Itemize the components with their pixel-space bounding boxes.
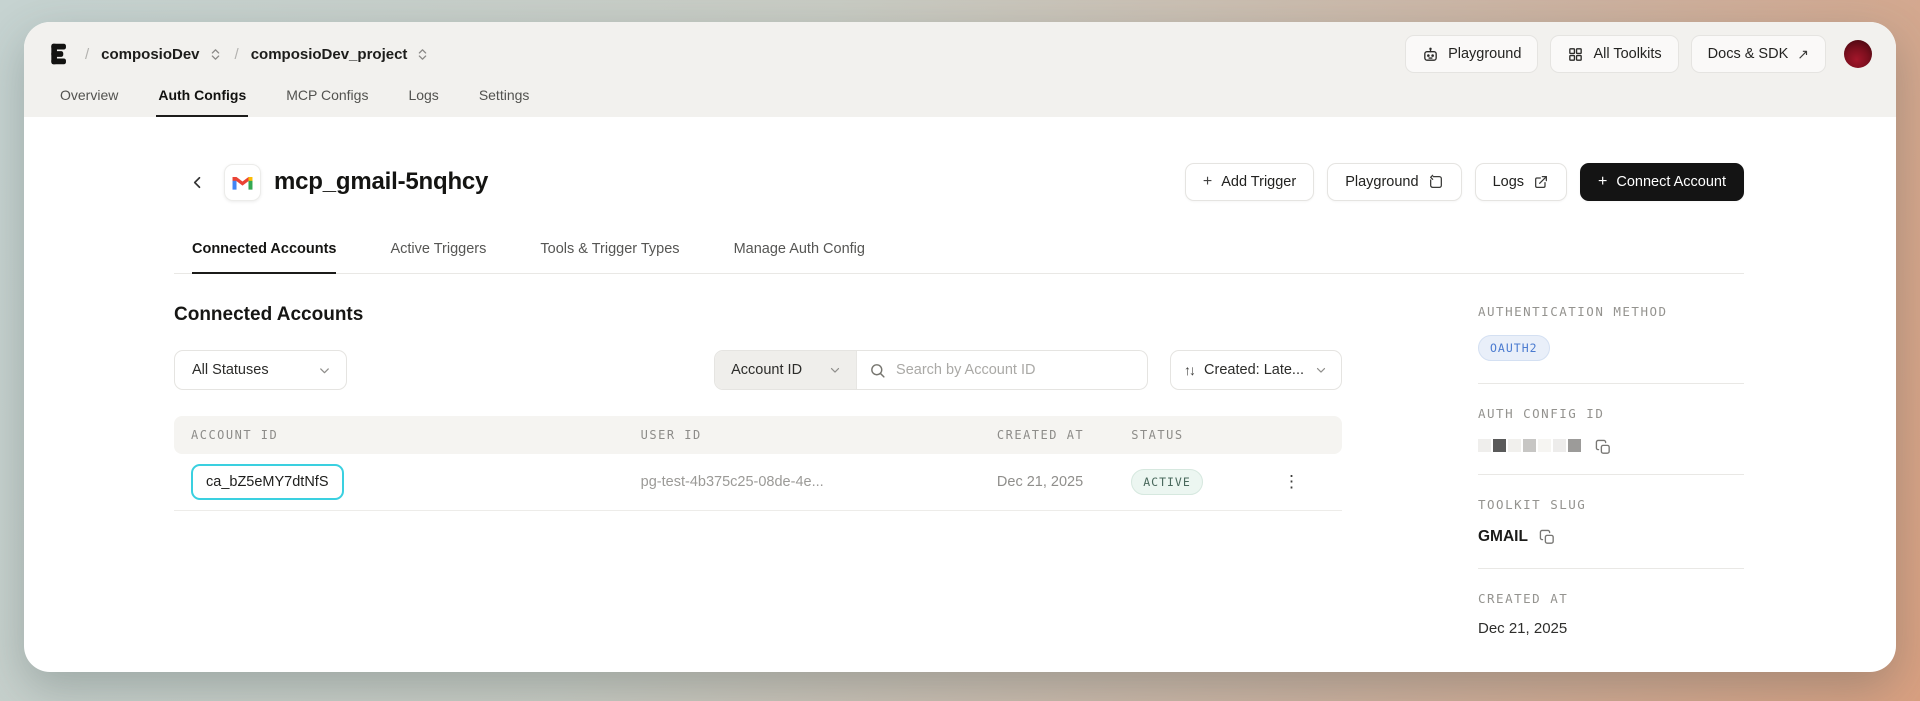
auth-config-id-redacted-value <box>1478 439 1744 454</box>
plus-icon: + <box>1598 173 1608 190</box>
status-badge: ACTIVE <box>1131 469 1203 495</box>
copy-icon[interactable] <box>1595 439 1610 454</box>
back-button[interactable] <box>184 169 210 195</box>
column-account-id: ACCOUNT ID <box>191 428 279 442</box>
auth-method-label: AUTHENTICATION METHOD <box>1478 304 1668 319</box>
tab-overview[interactable]: Overview <box>58 78 120 117</box>
column-status: STATUS <box>1131 428 1184 442</box>
user-avatar[interactable] <box>1844 40 1872 68</box>
kebab-menu-icon[interactable]: ⋮ <box>1266 472 1300 492</box>
tab-settings[interactable]: Settings <box>477 78 532 117</box>
tab-manage-auth-config[interactable]: Manage Auth Config <box>734 241 865 274</box>
toolkit-slug-value: GMAIL <box>1478 528 1528 545</box>
search-icon <box>869 362 886 379</box>
toolkit-slug-label: TOOLKIT SLUG <box>1478 497 1587 512</box>
connect-account-button[interactable]: + Connect Account <box>1580 163 1744 201</box>
page-title: mcp_gmail-5nqhcy <box>274 168 489 195</box>
section-heading: Connected Accounts <box>174 304 364 325</box>
playground-open-button[interactable]: Playground <box>1327 163 1462 201</box>
search-field-dropdown[interactable]: Account ID <box>715 351 858 389</box>
gmail-icon <box>224 163 261 201</box>
tab-tools-trigger-types[interactable]: Tools & Trigger Types <box>540 241 679 274</box>
created-at-cell: Dec 21, 2025 <box>996 474 1084 490</box>
robot-icon <box>1422 46 1439 63</box>
logs-button[interactable]: Logs <box>1474 163 1568 201</box>
topbar: / composioDev / composioDev_project Play… <box>24 22 1896 117</box>
column-created-at: CREATED AT <box>996 428 1085 442</box>
app-window: / composioDev / composioDev_project Play… <box>24 22 1896 672</box>
table-header-row: ACCOUNT ID USER ID CREATED AT STATUS <box>174 416 1342 454</box>
primary-nav-tabs: Overview Auth Configs MCP Configs Logs S… <box>46 78 1872 117</box>
divider <box>1478 474 1744 475</box>
tab-auth-configs[interactable]: Auth Configs <box>156 78 249 117</box>
replay-icon <box>1428 174 1444 190</box>
composio-logo-icon[interactable] <box>46 41 73 68</box>
divider <box>1478 383 1744 384</box>
column-user-id: USER ID <box>640 428 702 442</box>
account-id-cell-highlighted[interactable]: ca_bZ5eMY7dtNfS <box>191 464 344 500</box>
project-switcher-chevrons-icon[interactable] <box>415 47 430 62</box>
page-header: mcp_gmail-5nqhcy + Add Trigger Playgroun… <box>174 163 1744 201</box>
playground-button[interactable]: Playground <box>1405 35 1539 73</box>
status-filter-dropdown[interactable]: All Statuses <box>174 350 347 390</box>
chevron-down-icon <box>317 363 332 378</box>
arrow-up-right-icon: ↗ <box>1797 45 1809 62</box>
tab-logs[interactable]: Logs <box>406 78 440 117</box>
created-at-value: Dec 21, 2025 <box>1478 620 1568 637</box>
search-input[interactable] <box>896 362 1136 378</box>
tab-active-triggers[interactable]: Active Triggers <box>390 241 486 274</box>
tab-mcp-configs[interactable]: MCP Configs <box>284 78 370 117</box>
breadcrumb-org[interactable]: composioDev <box>101 46 199 63</box>
user-id-cell: pg-test-4b375c25-08de-4e... <box>640 474 824 490</box>
add-trigger-button[interactable]: + Add Trigger <box>1184 163 1315 201</box>
chevron-down-icon <box>1314 363 1328 377</box>
all-toolkits-button[interactable]: All Toolkits <box>1550 35 1679 73</box>
copy-icon[interactable] <box>1539 529 1556 546</box>
tab-connected-accounts[interactable]: Connected Accounts <box>192 241 337 274</box>
grid-icon <box>1567 46 1584 63</box>
auth-config-id-label: AUTH CONFIG ID <box>1478 406 1605 421</box>
plus-icon: + <box>1202 173 1213 190</box>
docs-sdk-button[interactable]: Docs & SDK ↗ <box>1690 35 1826 73</box>
sort-arrows-icon: ↑↓ <box>1184 362 1196 378</box>
chevron-down-icon <box>828 363 842 377</box>
org-switcher-chevrons-icon[interactable] <box>208 47 223 62</box>
breadcrumb-separator: / <box>85 45 90 63</box>
created-at-label: CREATED AT <box>1478 591 1569 606</box>
table-row[interactable]: ca_bZ5eMY7dtNfS pg-test-4b375c25-08de-4e… <box>174 454 1342 511</box>
detail-tabs: Connected Accounts Active Triggers Tools… <box>174 241 1744 274</box>
sort-dropdown[interactable]: ↑↓ Created: Late... <box>1170 350 1342 390</box>
breadcrumb-project[interactable]: composioDev_project <box>251 46 408 63</box>
divider <box>1478 568 1744 569</box>
search-group: Account ID <box>714 350 1149 390</box>
external-link-icon <box>1533 174 1549 190</box>
auth-method-badge: OAUTH2 <box>1478 335 1550 361</box>
breadcrumb-separator: / <box>234 45 239 63</box>
filter-row: All Statuses Account ID Search by Accoun… <box>174 350 1342 390</box>
connected-accounts-table: ACCOUNT ID USER ID CREATED AT STATUS ca_… <box>174 416 1342 511</box>
details-sidebar: AUTHENTICATION METHOD OAUTH2 AUTH CONFIG… <box>1478 304 1744 637</box>
